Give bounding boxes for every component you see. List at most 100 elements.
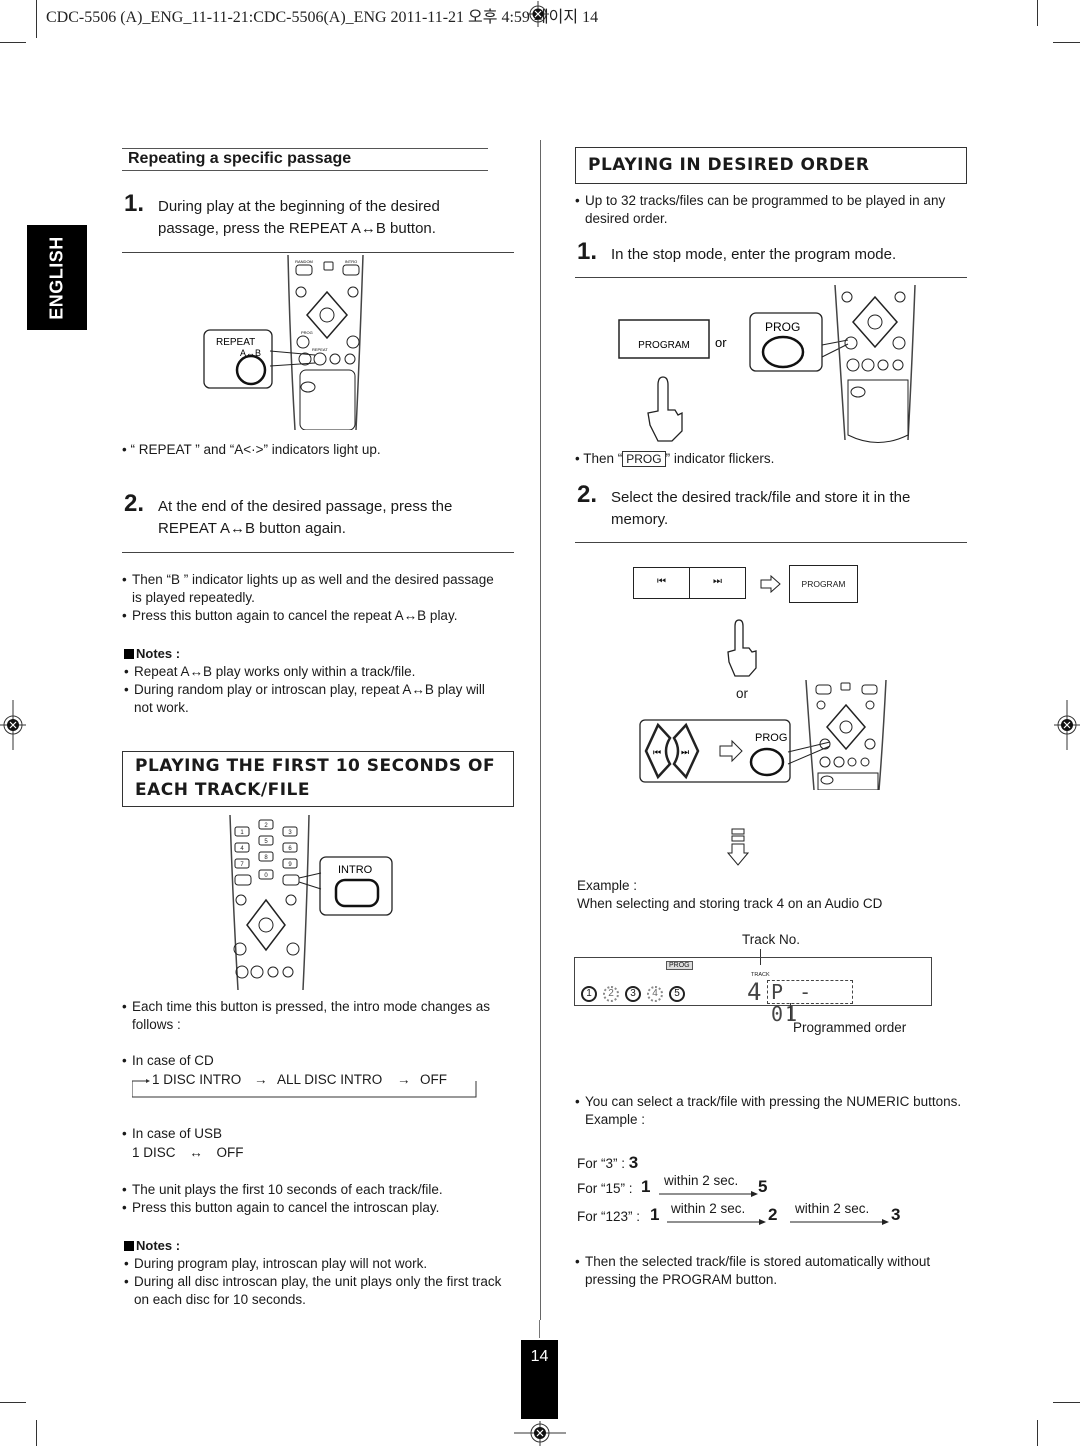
outline-arrow-right-icon xyxy=(760,575,781,593)
svg-text:REPEAT: REPEAT xyxy=(216,337,255,348)
disc-indicators: 1 2 3 4 5 xyxy=(581,986,685,1002)
program-section-title: PLAYING IN DESIRED ORDER xyxy=(575,147,967,184)
row-label: For “123” : xyxy=(577,1209,641,1224)
skip-next-button[interactable]: ⏭ xyxy=(689,567,746,599)
bullet-item: Press this button again to cancel the in… xyxy=(122,1199,512,1217)
svg-text:PROG: PROG xyxy=(765,320,800,334)
numeric-row-3: For “3” : 3 xyxy=(577,1154,638,1173)
example-label: Example : xyxy=(585,1112,646,1127)
arrow-right-icon xyxy=(667,1219,766,1225)
bullet-item: In case of CD xyxy=(122,1052,214,1070)
remote-intro-illustration: 1 2 3 4 5 6 7 8 9 0 INTRO xyxy=(229,815,393,990)
svg-text:0: 0 xyxy=(264,873,268,879)
disc-indicator: 2 xyxy=(603,986,619,1002)
usb-case-label: In case of USB xyxy=(122,1125,222,1143)
prog-indicator-note: • Then “PROG” indicator flickers. xyxy=(575,451,775,467)
cd-intro-cycle: 1 DISC INTRO → ALL DISC INTRO → OFF xyxy=(132,1071,482,1099)
svg-text:1: 1 xyxy=(240,830,244,836)
prog-badge: PROG xyxy=(622,451,666,467)
svg-text:9: 9 xyxy=(288,862,292,868)
step-number: 1. xyxy=(577,238,598,265)
final-bullet: Then the selected track/file is stored a… xyxy=(575,1253,965,1289)
bullet-item: Press this button again to cancel the re… xyxy=(122,607,502,625)
track-no-label: Track No. xyxy=(742,932,801,947)
registration-mark-icon xyxy=(0,700,26,750)
crop-mark xyxy=(1037,1420,1038,1446)
program-intro: Up to 32 tracks/files can be programmed … xyxy=(575,192,965,228)
crop-mark xyxy=(36,0,37,38)
registration-mark-icon xyxy=(527,1,549,27)
program-step-2: 2. Select the desired track/file and sto… xyxy=(577,483,967,531)
digit: 5 xyxy=(758,1177,768,1196)
step-text: At the end of the desired passage, press… xyxy=(158,498,453,537)
page-number: 14 xyxy=(521,1340,558,1419)
intro-bullet: Each time this button is pressed, the in… xyxy=(122,998,512,1034)
divider xyxy=(575,277,967,278)
svg-text:6: 6 xyxy=(288,846,292,852)
disc-indicator: 1 xyxy=(581,986,597,1002)
remote-repeat-illustration: RANDOM INTRO PROG REPEAT REPEAT A↔B xyxy=(203,255,364,430)
registration-mark-icon xyxy=(1054,700,1080,750)
repeat-notes: Notes : Repeat A↔B play works only withi… xyxy=(124,645,504,717)
timing-label: within 2 sec. xyxy=(795,1201,870,1216)
cycle-step: 1 DISC INTRO xyxy=(152,1072,242,1087)
title-line: EACH TRACK/FILE xyxy=(135,780,310,800)
step-text: During play at the beginning of the desi… xyxy=(158,198,440,237)
svg-text:REPEAT: REPEAT xyxy=(312,347,328,352)
repeat-indicator-note: • “ REPEAT ” and “A<·>” indicators light… xyxy=(122,442,381,457)
language-tab-label: ENGLISH xyxy=(46,235,67,320)
timing-label: within 2 sec. xyxy=(664,1173,739,1188)
digit: 1 xyxy=(650,1205,660,1224)
svg-text:⏮: ⏮ xyxy=(653,747,661,757)
square-bullet-icon xyxy=(124,1241,134,1251)
crop-mark xyxy=(1037,0,1038,26)
step-number: 1. xyxy=(124,190,145,217)
bullet-item: Then “B ” indicator lights up as well an… xyxy=(122,571,502,607)
track-number-display: 4 xyxy=(747,978,762,1006)
numeric-row-15: For “15” : 1 within 2 sec. 5 xyxy=(577,1173,777,1202)
svg-text:PROG: PROG xyxy=(301,330,313,335)
svg-text:3: 3 xyxy=(288,830,292,836)
notes-title: Notes : xyxy=(124,1237,514,1255)
cycle-step: OFF xyxy=(420,1072,447,1087)
step-text: Select the desired track/file and store … xyxy=(611,489,911,528)
bullet-item: You can select a track/file with pressin… xyxy=(575,1093,965,1111)
bullet-item: Then the selected track/file is stored a… xyxy=(575,1253,965,1289)
svg-text:INTRO: INTRO xyxy=(338,864,373,876)
numeric-row-123: For “123” : 1 within 2 sec. 2 within 2 s… xyxy=(577,1201,917,1230)
crop-mark xyxy=(539,1320,540,1338)
step-text: In the stop mode, enter the program mode… xyxy=(611,246,897,263)
arrow-right-icon xyxy=(659,1191,758,1197)
title-line: PLAYING THE FIRST 10 SECONDS OF xyxy=(135,756,496,776)
usb-intro-cycle: 1 DISC ↔ OFF xyxy=(132,1145,244,1160)
skip-prev-button[interactable]: ⏮ xyxy=(633,567,690,599)
crop-mark xyxy=(1053,1402,1080,1403)
registration-mark-icon xyxy=(514,1421,566,1446)
leader-line xyxy=(790,1003,791,1020)
intro-notes: Notes : During program play, introscan p… xyxy=(124,1237,514,1309)
cd-case-label: In case of CD xyxy=(122,1052,214,1070)
program-button[interactable]: PROGRAM xyxy=(789,565,858,603)
repeat-step-2: 2. At the end of the desired passage, pr… xyxy=(124,490,504,540)
repeat-section-title: Repeating a specific passage xyxy=(122,148,488,171)
intro-section-title: PLAYING THE FIRST 10 SECONDS OF EACH TRA… xyxy=(122,751,514,807)
note-item: During random play or introscan play, re… xyxy=(124,681,504,717)
step-number: 2. xyxy=(124,490,145,517)
svg-text:⏭: ⏭ xyxy=(681,747,689,757)
intro-bullets: The unit plays the first 10 seconds of e… xyxy=(122,1181,512,1217)
disc-indicator: 4 xyxy=(647,986,663,1002)
bullet-item: Up to 32 tracks/files can be programmed … xyxy=(575,192,965,228)
digit: 2 xyxy=(768,1205,778,1224)
numeric-bullet: You can select a track/file with pressin… xyxy=(575,1093,965,1129)
svg-text:PROG: PROG xyxy=(755,732,787,744)
digit: 1 xyxy=(641,1177,651,1196)
down-arrow-icon xyxy=(727,828,749,866)
display-panel: PROG TRACK 1 2 3 4 5 4 P - 01 xyxy=(574,957,932,1025)
program-order-display: P - 01 xyxy=(767,980,853,1025)
svg-text:8: 8 xyxy=(264,855,268,861)
bullet-item: The unit plays the first 10 seconds of e… xyxy=(122,1181,512,1199)
arrow-right-icon xyxy=(790,1219,889,1225)
svg-text:4: 4 xyxy=(240,846,244,852)
cycle-step: 1 DISC xyxy=(132,1145,176,1160)
bullet-item: In case of USB xyxy=(122,1125,222,1143)
